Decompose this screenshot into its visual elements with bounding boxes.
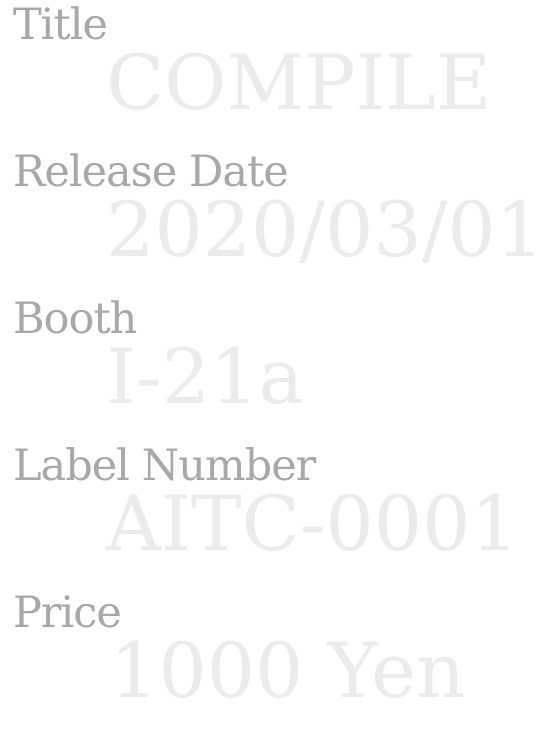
price-value: 1000 Yen <box>110 626 466 715</box>
title-label: Title <box>13 0 108 50</box>
price-entry: Price 1000 Yen <box>0 588 555 735</box>
release-date-value: 2020/03/01 <box>106 185 545 274</box>
title-entry: Title COMPILE <box>0 0 555 147</box>
label-number-value: AITC-0001 <box>106 479 519 568</box>
title-value: COMPILE <box>106 38 492 127</box>
booth-entry: Booth I-21a <box>0 294 555 441</box>
release-date-entry: Release Date 2020/03/01 <box>0 147 555 294</box>
booth-value: I-21a <box>106 332 304 421</box>
price-label: Price <box>13 588 122 638</box>
label-number-entry: Label Number AITC-0001 <box>0 441 555 588</box>
